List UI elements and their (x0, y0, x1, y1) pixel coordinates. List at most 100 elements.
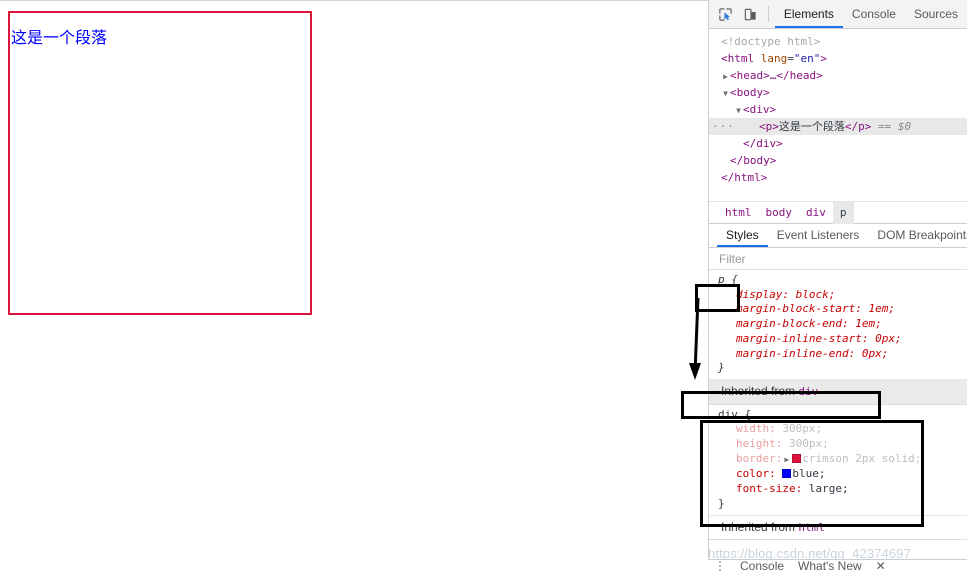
css-val-margin-block-start[interactable]: 1em; (868, 302, 895, 315)
html-lang-attr: lang (760, 52, 788, 65)
dom-node-body-open[interactable]: ▼ <body> (709, 84, 967, 101)
css-val-font-size[interactable]: large; (809, 482, 849, 495)
css-decl-border[interactable]: border: ▶ crimson 2px solid; (718, 452, 967, 468)
styles-tabbar: Styles Event Listeners DOM Breakpoints (709, 223, 967, 248)
inspect-element-icon[interactable] (714, 3, 737, 25)
dom-node-html-close[interactable]: </html> (709, 169, 967, 186)
close-icon[interactable]: ✕ (876, 560, 886, 572)
breadcrumb-item-body[interactable]: body (759, 202, 800, 224)
css-prop-display[interactable]: display (736, 288, 782, 301)
more-options-icon[interactable]: ··· (712, 118, 735, 135)
css-val-margin-inline-end[interactable]: 0px; (862, 347, 889, 360)
color-swatch-blue[interactable] (782, 469, 792, 479)
tab-event-listeners[interactable]: Event Listeners (768, 223, 869, 247)
css-val-margin-inline-start[interactable]: 0px; (875, 332, 902, 345)
dom-node-body-close[interactable]: </body> (709, 152, 967, 169)
css-prop-margin-block-end[interactable]: margin-block-end (736, 317, 842, 330)
dom-node-div-close[interactable]: </div> (709, 135, 967, 152)
css-decl-margin-inline-start[interactable]: margin-inline-start: 0px; (718, 332, 967, 347)
html-open-lt: < (721, 52, 728, 65)
html-space (754, 52, 761, 65)
breadcrumb-item-div[interactable]: div (799, 202, 833, 224)
chevron-right-icon-border[interactable]: ▶ (784, 455, 789, 464)
color-swatch-crimson[interactable] (792, 453, 802, 463)
css-rule-p[interactable]: p { display: block; margin-block-start: … (709, 270, 967, 380)
css-decl-margin-block-end[interactable]: margin-block-end: 1em; (718, 317, 967, 332)
styles-rules-list: p { display: block; margin-block-start: … (709, 270, 967, 541)
doctype-text: <!doctype html> (721, 35, 821, 48)
p-inner-text: 这是一个段落 (778, 120, 845, 133)
css-val-color[interactable]: blue; (792, 467, 825, 480)
body-close-text: </body> (730, 154, 777, 167)
css-val-width[interactable]: 300px; (782, 422, 822, 435)
dom-node-p-selected[interactable]: ··· <p>这是一个段落</p> == $0 (709, 118, 967, 135)
breadcrumb-item-html[interactable]: html (718, 202, 759, 224)
css-prop-color[interactable]: color (736, 467, 769, 480)
css-decl-margin-block-start[interactable]: margin-block-start: 1em; (718, 302, 967, 317)
toolbar-divider (767, 6, 769, 22)
inherited-from-div-tag[interactable]: div (798, 385, 818, 398)
css-rule-p-closing: } (718, 361, 725, 375)
tab-dom-breakpoints[interactable]: DOM Breakpoints (868, 223, 967, 247)
filter-input-placeholder[interactable]: Filter (719, 252, 746, 266)
css-rule-div-selector[interactable]: div { (718, 408, 967, 423)
browser-window: 这是一个段落 Elements Console Sources <!doctyp… (0, 0, 967, 572)
devtools-drawer: ⋮ Console What's New ✕ (708, 559, 967, 572)
html-open-gt: > (820, 52, 827, 65)
chevron-down-icon-body[interactable]: ▼ (721, 85, 730, 102)
css-prop-border[interactable]: border (736, 452, 776, 465)
html-lang-value: "en" (793, 52, 821, 65)
css-prop-width[interactable]: width (736, 422, 769, 435)
dom-node-html-open[interactable]: <html lang="en"> (709, 50, 967, 67)
dom-node-head[interactable]: ▶ <head>…</head> (709, 67, 967, 84)
dom-node-div-open[interactable]: ▼ <div> (709, 101, 967, 118)
inherited-from-div-header: Inherited from div (709, 379, 967, 405)
tab-console[interactable]: Console (843, 0, 905, 28)
inherited-from-html-header: Inherited from html (709, 515, 967, 541)
css-val-margin-block-end[interactable]: 1em; (855, 317, 882, 330)
tab-styles[interactable]: Styles (717, 223, 768, 247)
styles-filter-row[interactable]: Filter (709, 248, 967, 270)
css-decl-width[interactable]: width: 300px; (718, 422, 967, 437)
chevron-right-icon-head[interactable]: ▶ (721, 68, 730, 85)
html-eq: = (787, 52, 794, 65)
css-decl-margin-inline-end[interactable]: margin-inline-end: 0px; (718, 347, 967, 362)
css-decl-color[interactable]: color: blue; (718, 467, 967, 482)
css-rule-div-closing: } (718, 496, 725, 510)
css-rule-div[interactable]: div { width: 300px; height: 300px; borde… (709, 404, 967, 516)
drawer-more-icon[interactable]: ⋮ (714, 560, 726, 572)
div-open-text: <div> (743, 103, 777, 116)
demo-paragraph: 这是一个段落 (11, 28, 108, 47)
breadcrumb: html body div p (709, 201, 967, 224)
dom-tree[interactable]: <!doctype html> <html lang="en"> ▶ <head>… (709, 29, 967, 201)
breadcrumb-item-p[interactable]: p (832, 201, 854, 224)
dom-node-doctype[interactable]: <!doctype html> (709, 33, 967, 50)
tab-sources[interactable]: Sources (905, 0, 967, 28)
head-node-text: <head>…</head> (730, 69, 823, 82)
drawer-tab-console[interactable]: Console (740, 560, 784, 572)
body-open-text: <body> (730, 86, 770, 99)
css-rule-p-selector[interactable]: p { (718, 273, 967, 288)
css-prop-margin-inline-end[interactable]: margin-inline-end (736, 347, 849, 360)
inherited-from-html-tag[interactable]: html (798, 521, 825, 534)
div-close-text: </div> (743, 137, 783, 150)
css-decl-height[interactable]: height: 300px; (718, 437, 967, 452)
css-val-display[interactable]: block; (796, 288, 836, 301)
css-decl-font-size[interactable]: font-size: large; (718, 482, 967, 497)
css-val-height[interactable]: 300px; (789, 437, 829, 450)
chevron-down-icon-div[interactable]: ▼ (734, 102, 743, 119)
css-prop-height[interactable]: height (736, 437, 776, 450)
inherited-from-div-label: Inherited from (721, 383, 796, 398)
drawer-tab-whats-new[interactable]: What's New (798, 560, 862, 572)
p-open-text: <p> (759, 120, 779, 133)
css-prop-margin-block-start[interactable]: margin-block-start (736, 302, 855, 315)
css-prop-font-size[interactable]: font-size (736, 482, 796, 495)
device-toolbar-icon[interactable] (739, 3, 762, 25)
html-tag-name: html (727, 52, 755, 65)
p-close-text: </p> (844, 120, 872, 133)
css-val-border[interactable]: crimson 2px solid; (802, 452, 921, 465)
selected-node-marker: == $0 (878, 120, 912, 133)
css-decl-display[interactable]: display: block; (718, 288, 967, 303)
tab-elements[interactable]: Elements (774, 0, 843, 28)
css-prop-margin-inline-start[interactable]: margin-inline-start (736, 332, 862, 345)
